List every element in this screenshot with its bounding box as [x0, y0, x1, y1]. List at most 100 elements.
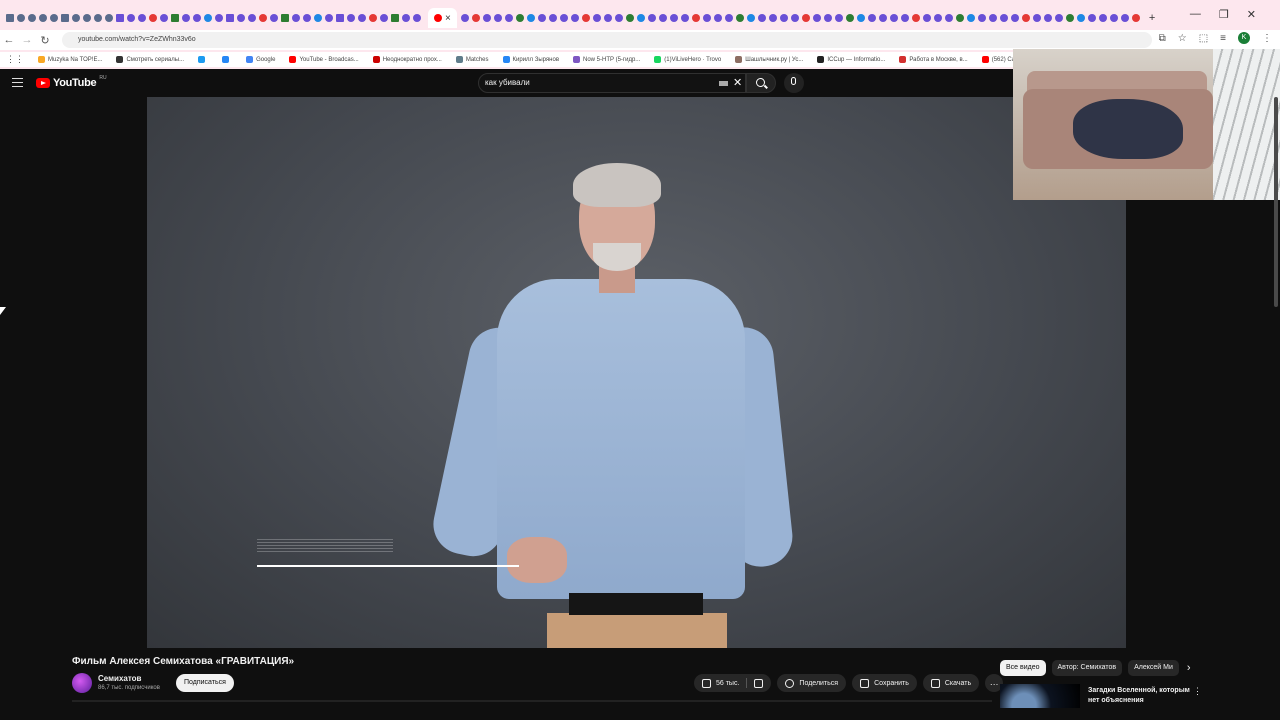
tab-favicon-icon[interactable]	[999, 14, 1008, 22]
tab-favicon-icon[interactable]	[713, 14, 722, 22]
tab-favicon-icon[interactable]	[1021, 14, 1030, 22]
chip-author[interactable]: Автор: Семихатов	[1051, 660, 1123, 676]
bookmark-item[interactable]: (1)ViLiveHero · Trovo	[654, 56, 721, 63]
tab-favicon-icon[interactable]	[50, 14, 58, 22]
tab-favicon-icon[interactable]	[889, 14, 898, 22]
tab-favicon-icon[interactable]	[779, 14, 788, 22]
bookmark-item[interactable]: Кирилл Зырянов	[502, 56, 559, 63]
tab-favicon-icon[interactable]	[988, 14, 997, 22]
thumbs-down-icon[interactable]	[754, 678, 764, 688]
install-app-icon[interactable]: ⧉	[1159, 33, 1166, 44]
tab-favicon-icon[interactable]	[1098, 14, 1107, 22]
subscribe-button[interactable]: Подписаться	[176, 674, 234, 692]
tab-favicon-icon[interactable]	[17, 14, 25, 22]
tab-favicon-icon[interactable]	[933, 14, 942, 22]
tab-favicon-icon[interactable]	[303, 14, 311, 22]
tab-favicon-icon[interactable]	[138, 14, 146, 22]
bookmark-item[interactable]: Now 5-HTP (5-гидр...	[573, 56, 640, 63]
thumbs-up-icon[interactable]	[702, 678, 711, 688]
close-window-button[interactable]: ✕	[1247, 8, 1256, 21]
tab-favicon-icon[interactable]	[182, 14, 190, 22]
tab-favicon-icon[interactable]	[515, 14, 524, 22]
tab-favicon-icon[interactable]	[944, 14, 953, 22]
tab-favicon-icon[interactable]	[1087, 14, 1096, 22]
tab-favicon-icon[interactable]	[1065, 14, 1074, 22]
tab-favicon-icon[interactable]	[1076, 14, 1085, 22]
tab-favicon-icon[interactable]	[149, 14, 157, 22]
channel-avatar[interactable]	[72, 673, 92, 693]
tab-favicon-icon[interactable]	[911, 14, 920, 22]
extensions-icon[interactable]: ⬚	[1199, 33, 1208, 44]
tab-favicon-icon[interactable]	[72, 14, 80, 22]
profile-avatar[interactable]: K	[1238, 32, 1250, 44]
reload-icon[interactable]: ↻	[36, 34, 54, 47]
tab-favicon-icon[interactable]	[105, 14, 113, 22]
tab-favicon-icon[interactable]	[380, 14, 388, 22]
tab-favicon-icon[interactable]	[526, 14, 535, 22]
tab-favicon-icon[interactable]	[834, 14, 843, 22]
bookmark-item[interactable]	[222, 56, 232, 63]
bookmark-item[interactable]: YouTube - Broadcas...	[289, 56, 359, 63]
tab-favicon-icon[interactable]	[204, 14, 212, 22]
save-button[interactable]: Сохранить	[852, 674, 917, 692]
recommendation-more-icon[interactable]: ⋮	[1193, 686, 1202, 697]
tab-favicon-icon[interactable]	[1032, 14, 1041, 22]
bookmark-item[interactable]: Работа в Москве, в...	[899, 56, 968, 63]
bookmark-item[interactable]: Google	[246, 56, 275, 63]
tab-favicon-icon[interactable]	[413, 14, 421, 22]
tab-favicon-icon[interactable]	[559, 14, 568, 22]
tab-favicon-icon[interactable]	[900, 14, 909, 22]
tab-favicon-icon[interactable]	[493, 14, 502, 22]
tab-favicon-icon[interactable]	[482, 14, 491, 22]
tab-favicon-icon[interactable]	[160, 14, 168, 22]
keyboard-icon[interactable]	[719, 81, 728, 86]
youtube-logo[interactable]: YouTube RU	[36, 75, 107, 89]
tab-favicon-icon[interactable]	[658, 14, 667, 22]
forward-arrow-icon[interactable]: →	[18, 34, 36, 46]
bookmark-item[interactable]: Неоднократно прох...	[372, 56, 442, 63]
tab-favicon-icon[interactable]	[347, 14, 355, 22]
tab-favicon-icon[interactable]	[768, 14, 777, 22]
tab-favicon-icon[interactable]	[171, 14, 179, 22]
tab-favicon-icon[interactable]	[116, 14, 124, 22]
bookmark-item[interactable]	[198, 56, 208, 63]
bookmark-item[interactable]: Muzyka Na TOP!E...	[38, 56, 102, 63]
tab-favicon-icon[interactable]	[83, 14, 91, 22]
share-button[interactable]: Поделиться	[777, 674, 847, 692]
tab-favicon-icon[interactable]	[537, 14, 546, 22]
tab-favicon-icon[interactable]	[6, 14, 14, 22]
tab-favicon-icon[interactable]	[592, 14, 601, 22]
tab-favicon-icon[interactable]	[647, 14, 656, 22]
chip-aleksey[interactable]: Алексей Ми	[1128, 660, 1179, 676]
tab-favicon-icon[interactable]	[548, 14, 557, 22]
voice-search-button[interactable]	[784, 73, 804, 93]
tab-favicon-icon[interactable]	[402, 14, 410, 22]
tab-favicon-icon[interactable]	[977, 14, 986, 22]
video-player[interactable]	[147, 97, 1126, 648]
new-tab-icon[interactable]: +	[1149, 12, 1155, 24]
tab-favicon-icon[interactable]	[281, 14, 289, 22]
search-box[interactable]: как убивали ✕	[478, 73, 746, 93]
tab-favicon-icon[interactable]	[94, 14, 102, 22]
tab-favicon-icon[interactable]	[757, 14, 766, 22]
tab-favicon-icon[interactable]	[1131, 14, 1140, 22]
tab-favicon-icon[interactable]	[1010, 14, 1019, 22]
tab-favicon-icon[interactable]	[39, 14, 47, 22]
chips-next-arrow-icon[interactable]: ›	[1187, 662, 1191, 674]
bookmark-item[interactable]: Смотреть сериалы...	[116, 56, 184, 63]
tab-favicon-icon[interactable]	[636, 14, 645, 22]
page-scrollbar[interactable]	[1274, 97, 1278, 307]
back-arrow-icon[interactable]: ←	[0, 34, 18, 46]
tab-favicon-icon[interactable]	[581, 14, 590, 22]
tab-favicon-icon[interactable]	[867, 14, 876, 22]
tab-favicon-icon[interactable]	[1109, 14, 1118, 22]
tab-favicon-icon[interactable]	[614, 14, 623, 22]
tab-favicon-icon[interactable]	[292, 14, 300, 22]
browser-menu-icon[interactable]: ⋮	[1262, 33, 1272, 44]
tab-favicon-icon[interactable]	[336, 14, 344, 22]
tab-favicon-icon[interactable]	[702, 14, 711, 22]
clear-search-icon[interactable]: ✕	[733, 76, 742, 89]
tab-favicon-icon[interactable]	[226, 14, 234, 22]
tab-favicon-icon[interactable]	[127, 14, 135, 22]
tab-favicon-icon[interactable]	[790, 14, 799, 22]
